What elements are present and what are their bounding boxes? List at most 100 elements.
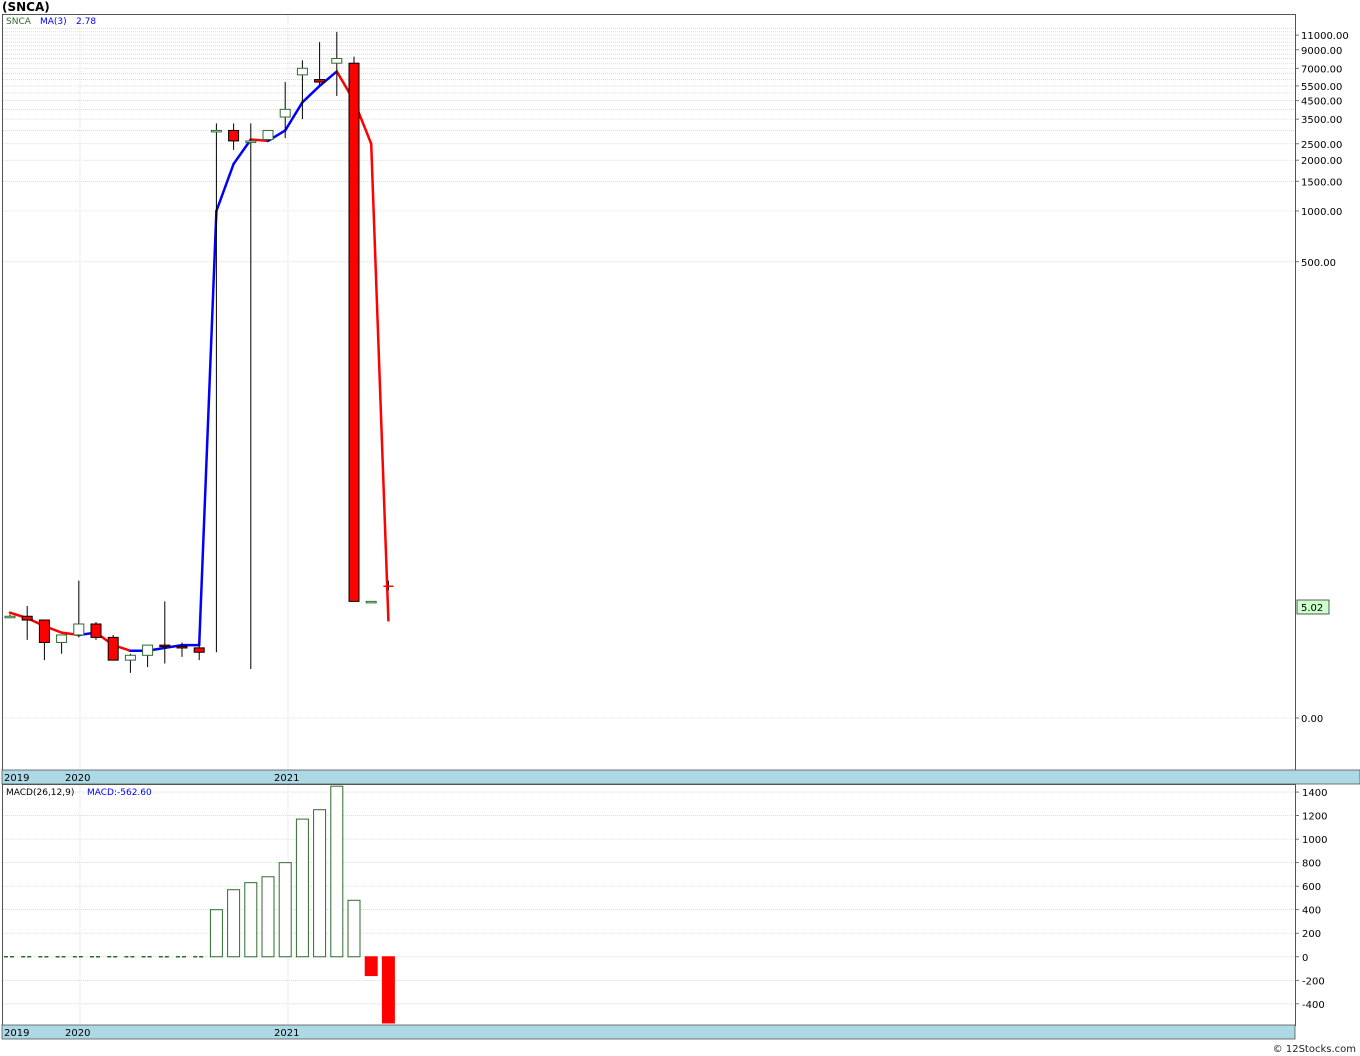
macd-label: MACD(26,12,9) bbox=[6, 788, 74, 798]
candle-body bbox=[228, 129, 240, 142]
chart-canvas: SNCA MA(3) 2.78 11000.00 9000.00 7000.00 55… bbox=[1, 14, 1360, 1040]
candle-body bbox=[176, 645, 188, 649]
candle-body bbox=[159, 644, 171, 648]
macd-value-label: MACD:-562.60 bbox=[87, 788, 152, 798]
macd-x-tick-2021: 2021 bbox=[274, 1028, 299, 1039]
candle-2021-03 bbox=[279, 82, 291, 139]
price-x-tick-2020: 2020 bbox=[65, 773, 90, 784]
candle-2020-02 bbox=[56, 634, 68, 654]
price-x-tick-2019: 2019 bbox=[4, 773, 29, 784]
ma-segment bbox=[301, 84, 321, 104]
price-y-axis: 11000.00 9000.00 7000.00 5500.00 4500.00 3500… bbox=[1295, 31, 1349, 725]
macd-y-tick-label: -200 bbox=[1302, 976, 1325, 987]
current-price-label: 5.02 bbox=[1301, 603, 1323, 614]
candle-body bbox=[73, 623, 85, 636]
candle-body bbox=[245, 140, 257, 143]
macd-bar-2021-07 bbox=[347, 899, 361, 958]
price-x-tick-2021: 2021 bbox=[274, 773, 299, 784]
price-y-tick-label: 4500.00 bbox=[1301, 97, 1342, 108]
candle-body bbox=[4, 615, 16, 619]
macd-y-axis: 1400 1200 1000 800 600 400 200 0 -200 -400 bbox=[1295, 788, 1327, 1011]
price-panel-frame bbox=[2, 14, 1296, 771]
candle-2020-12 bbox=[228, 123, 240, 150]
price-y-tick-label: 1500.00 bbox=[1301, 177, 1342, 188]
candle-body bbox=[21, 615, 33, 621]
macd-bar-2021-09 bbox=[381, 956, 395, 1024]
macd-x-axis-band bbox=[1, 1024, 1296, 1040]
price-y-tick-label: 9000.00 bbox=[1301, 46, 1342, 57]
price-y-tick-label: 1000.00 bbox=[1301, 207, 1342, 218]
candle-body bbox=[296, 67, 308, 76]
candle-2021-07 bbox=[348, 56, 360, 602]
candle-body bbox=[142, 644, 154, 656]
candle-2020-08 bbox=[159, 601, 171, 664]
macd-y-tick-label: 800 bbox=[1302, 859, 1321, 870]
candle-2021-06 bbox=[331, 31, 343, 96]
price-grid bbox=[3, 15, 1295, 770]
price-x-axis-band bbox=[1, 769, 1360, 785]
candle-body bbox=[331, 57, 343, 64]
candle-body bbox=[348, 62, 360, 602]
ma-label: MA(3) bbox=[40, 17, 67, 27]
macd-x-tick-2019: 2019 bbox=[4, 1028, 29, 1039]
ma-segment bbox=[197, 209, 218, 647]
macd-bar-2021-04 bbox=[295, 818, 309, 958]
candle-body bbox=[314, 79, 326, 83]
candle-body bbox=[193, 647, 205, 653]
ma-segment bbox=[232, 138, 253, 166]
price-y-tick-label: 7000.00 bbox=[1301, 64, 1342, 75]
macd-bar-2020-11 bbox=[209, 909, 223, 958]
macd-bar-2021-01 bbox=[244, 882, 258, 958]
price-series-label: SNCA bbox=[6, 17, 32, 27]
macd-bar-2021-05 bbox=[313, 809, 327, 958]
ma-segment bbox=[369, 142, 390, 622]
macd-grid bbox=[3, 785, 1295, 1025]
price-y-tick-label: 3500.00 bbox=[1301, 115, 1342, 126]
candle-2021-05 bbox=[314, 42, 326, 86]
price-y-tick-label: 2500.00 bbox=[1301, 140, 1342, 151]
candle-2020-04 bbox=[90, 621, 102, 640]
candle-2020-06 bbox=[124, 653, 136, 673]
price-y-tick-label: 0.00 bbox=[1301, 714, 1323, 725]
candle-2021-09 bbox=[383, 580, 394, 591]
macd-y-tick-label: -400 bbox=[1302, 1000, 1325, 1011]
macd-bar-2021-03 bbox=[278, 862, 292, 958]
price-y-tick-label: 500.00 bbox=[1301, 258, 1336, 269]
candle-body bbox=[365, 600, 377, 604]
macd-y-tick-label: 400 bbox=[1302, 906, 1321, 917]
candle-2020-05 bbox=[107, 634, 119, 661]
candle-2021-01 bbox=[245, 123, 257, 669]
candle-body bbox=[279, 108, 291, 118]
candle-2020-01 bbox=[38, 619, 50, 661]
macd-x-tick-2020: 2020 bbox=[65, 1028, 90, 1039]
candle-body bbox=[107, 636, 119, 661]
candle-body bbox=[38, 619, 50, 643]
candle-body bbox=[262, 129, 274, 141]
macd-y-tick-label: 1400 bbox=[1302, 788, 1327, 799]
ma-line bbox=[8, 70, 390, 653]
macd-panel-frame bbox=[2, 784, 1296, 1026]
ma-segment bbox=[215, 162, 235, 213]
candle-2021-08 bbox=[365, 600, 377, 604]
candles bbox=[4, 31, 394, 673]
macd-bar-2021-02 bbox=[261, 876, 275, 958]
macd-y-tick-label: 600 bbox=[1302, 882, 1321, 893]
macd-bars bbox=[4, 785, 395, 1024]
footer-credit: © 12Stocks.com bbox=[1272, 1044, 1356, 1055]
candle-body bbox=[210, 129, 222, 133]
macd-y-tick-label: 1200 bbox=[1302, 812, 1327, 823]
ma-value: 2.78 bbox=[76, 17, 96, 27]
macd-bar-2020-12 bbox=[227, 889, 241, 958]
candle-2019-12 bbox=[21, 606, 33, 640]
macd-y-tick-label: 0 bbox=[1302, 953, 1308, 964]
price-y-tick-label: 2000.00 bbox=[1301, 156, 1342, 167]
macd-bar-2021-08 bbox=[364, 956, 378, 977]
candle-body bbox=[124, 654, 136, 661]
macd-y-tick-label: 1000 bbox=[1302, 835, 1327, 846]
price-y-tick-label: 11000.00 bbox=[1301, 31, 1349, 42]
candle-2020-03 bbox=[73, 580, 85, 638]
ma-segment bbox=[318, 70, 339, 88]
macd-bar-2021-06 bbox=[330, 785, 344, 958]
candle-2020-07 bbox=[142, 644, 154, 668]
macd-y-tick-label: 200 bbox=[1302, 929, 1321, 940]
